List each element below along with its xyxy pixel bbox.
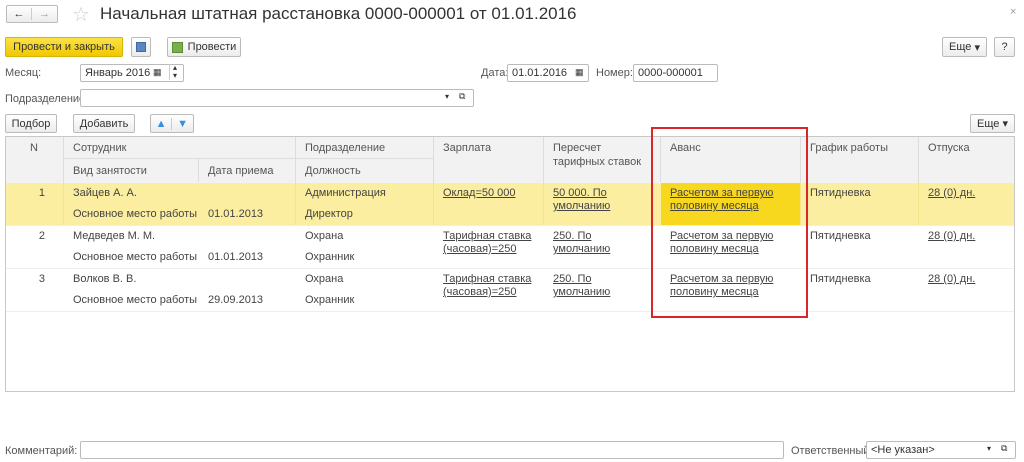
table-more-label: Еще xyxy=(977,117,1000,130)
responsible-field[interactable]: <Не указан> ▾ ⧉ xyxy=(866,441,1016,459)
open-icon[interactable]: ⧉ xyxy=(1001,443,1007,454)
row-divider xyxy=(6,311,1014,312)
dropdown-icon[interactable]: ▾ xyxy=(987,444,991,453)
position: Охранник xyxy=(305,251,355,263)
forward-button[interactable]: → xyxy=(32,8,57,20)
employment-type: Основное место работы xyxy=(73,294,198,306)
close-icon[interactable]: × xyxy=(1010,6,1016,18)
position: Охранник xyxy=(305,294,355,306)
month-label: Месяц: xyxy=(5,67,42,79)
department: Администрация xyxy=(305,187,386,199)
number-field[interactable]: 0000-000001 xyxy=(633,64,718,82)
salary-link[interactable]: Тарифная ставка (часовая)=250 xyxy=(433,269,543,303)
col-header-schedule: График работы xyxy=(810,142,888,154)
add-button[interactable]: Добавить xyxy=(73,114,135,133)
pick-button[interactable]: Подбор xyxy=(5,114,57,133)
dropdown-icon[interactable]: ▾ xyxy=(445,92,449,101)
month-stepper[interactable]: ▴ ▾ xyxy=(169,64,177,80)
number-label: Номер: xyxy=(596,67,633,79)
more-label: Еще xyxy=(949,41,972,53)
col-header-vacation: Отпуска xyxy=(928,142,970,154)
department: Охрана xyxy=(305,230,344,242)
move-down-icon[interactable]: ▼ xyxy=(172,118,193,130)
more-button[interactable]: Еще ▾ xyxy=(942,37,987,57)
hire-date: 29.09.2013 xyxy=(208,294,264,306)
department: Охрана xyxy=(305,273,344,285)
employee-name[interactable]: Волков В. В. xyxy=(63,269,146,290)
salary-link[interactable]: Оклад=50 000 xyxy=(433,183,543,204)
save-button[interactable] xyxy=(131,37,151,57)
employment-type: Основное место работы xyxy=(73,251,198,263)
back-button[interactable]: ← xyxy=(7,8,33,20)
move-group: ▲ ▼ xyxy=(150,114,194,133)
col-header-salary: Зарплата xyxy=(443,142,492,154)
save-icon xyxy=(136,42,146,52)
comment-label: Комментарий: xyxy=(5,445,78,457)
favorite-star-icon[interactable]: ☆ xyxy=(72,2,90,27)
employment-type: Основное место работы xyxy=(73,208,198,220)
col-header-n: N xyxy=(30,142,38,154)
col-header-employee: Сотрудник xyxy=(73,142,127,154)
open-icon[interactable]: ⧉ xyxy=(459,91,465,102)
comment-field[interactable] xyxy=(80,441,784,459)
date-label: Дата: xyxy=(481,67,509,79)
date-field[interactable]: 01.01.2016 ▦ xyxy=(507,64,589,82)
col-header-dept: Подразделение xyxy=(305,142,386,154)
table-more-button[interactable]: Еще ▾ xyxy=(970,114,1015,133)
schedule: Пятидневка xyxy=(810,273,871,285)
vacation-link[interactable]: 28 (0) дн. xyxy=(918,269,985,290)
calendar-icon[interactable]: ▦ xyxy=(153,67,162,78)
month-value: Январь 2016 xyxy=(85,67,151,79)
recalc-link[interactable]: 250. По умолчанию xyxy=(543,226,660,260)
highlight-box xyxy=(651,127,808,318)
post-label: Провести xyxy=(187,41,237,53)
dept-field[interactable]: ▾ ⧉ xyxy=(80,89,474,107)
row-number: 2 xyxy=(38,230,45,242)
calendar-icon[interactable]: ▦ xyxy=(575,67,584,78)
col-header-recalc: Пересчет тарифных ставок xyxy=(553,142,642,168)
post-button[interactable]: Провести xyxy=(167,37,241,57)
hire-date: 01.01.2013 xyxy=(208,208,264,220)
salary-link[interactable]: Тарифная ставка (часовая)=250 xyxy=(433,226,543,260)
row-number: 1 xyxy=(38,187,45,199)
col-header-employment: Вид занятости xyxy=(73,165,147,177)
post-icon xyxy=(171,41,183,53)
schedule: Пятидневка xyxy=(810,230,871,242)
month-field[interactable]: Январь 2016 ▦ ▴ ▾ xyxy=(80,64,184,82)
date-value: 01.01.2016 xyxy=(512,67,568,79)
hire-date: 01.01.2013 xyxy=(208,251,264,263)
schedule: Пятидневка xyxy=(810,187,871,199)
help-button[interactable]: ? xyxy=(994,37,1015,57)
vacation-link[interactable]: 28 (0) дн. xyxy=(918,226,985,247)
post-and-close-button[interactable]: Провести и закрыть xyxy=(5,37,123,57)
position: Директор xyxy=(305,208,353,220)
col-header-position: Должность xyxy=(305,165,361,177)
move-up-icon[interactable]: ▲ xyxy=(151,117,173,130)
col-header-hire-date: Дата приема xyxy=(208,165,274,177)
employee-name[interactable]: Зайцев А. А. xyxy=(63,183,147,204)
recalc-link[interactable]: 250. По умолчанию xyxy=(543,269,660,303)
row-number: 3 xyxy=(38,273,45,285)
dept-label: Подразделение: xyxy=(5,93,89,105)
responsible-value: <Не указан> xyxy=(871,444,935,456)
responsible-label: Ответственный: xyxy=(791,445,873,457)
nav-group: ← → xyxy=(6,5,58,23)
window-title: Начальная штатная расстановка 0000-00000… xyxy=(100,4,577,23)
employee-name[interactable]: Медведев М. М. xyxy=(63,226,165,247)
number-value: 0000-000001 xyxy=(638,67,703,79)
recalc-link[interactable]: 50 000. По умолчанию xyxy=(543,183,660,217)
vacation-link[interactable]: 28 (0) дн. xyxy=(918,183,985,204)
